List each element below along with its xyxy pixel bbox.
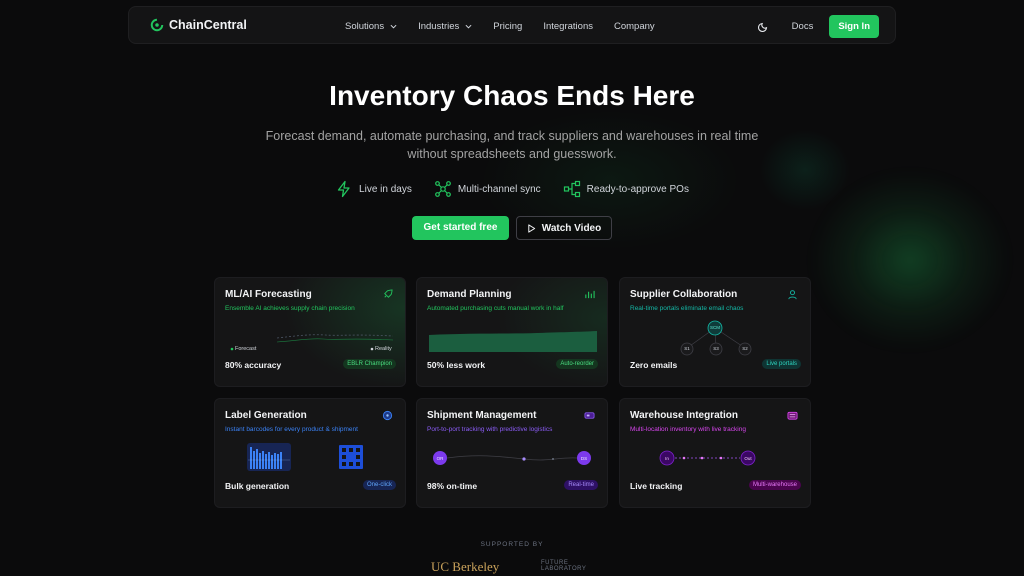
lightning-icon (337, 180, 350, 198)
card-title: Shipment Management (427, 410, 537, 421)
moon-icon[interactable] (757, 20, 770, 32)
feature-pos-label: Ready-to-approve POs (586, 183, 689, 195)
card-stat: 50% less work (427, 360, 486, 370)
workflow-icon (563, 180, 580, 198)
card-ml-forecasting[interactable]: ML/AI Forecasting Ensemble AI achieves s… (214, 277, 406, 387)
hero-subtitle-line1: Forecast demand, automate purchasing, an… (265, 129, 759, 143)
top-nav: ChainCentral Solutions Industries Pricin… (128, 6, 896, 44)
card-badge: Auto-reorder (556, 359, 598, 369)
network-icon (434, 181, 451, 197)
card-badge: EBLR Champion (343, 359, 396, 369)
future-laboratory-logo: FUTURE LABORATORY (541, 560, 586, 572)
users-icon (788, 290, 797, 300)
node-s3: S3 (713, 346, 719, 351)
signin-button[interactable]: Sign In (829, 14, 879, 38)
node-in: In (665, 456, 669, 461)
card-badge: Multi-warehouse (748, 480, 801, 490)
watch-video-button[interactable]: Watch Video (516, 216, 612, 240)
nav-industries[interactable]: Industries (418, 21, 472, 32)
play-icon (528, 223, 535, 233)
card-badge: Real-time (564, 480, 598, 490)
rocket-icon (384, 289, 393, 298)
feature-sync: Multi-channel sync (434, 180, 541, 198)
chaincentral-logo-icon (150, 18, 164, 32)
card-stat: Bulk generation (225, 481, 290, 491)
nav-solutions-label: Solutions (345, 20, 385, 32)
card-subtitle: Multi-location inventory with live track… (630, 426, 746, 433)
get-started-button[interactable]: Get started free (412, 216, 509, 240)
legend-reality: Reality (375, 346, 392, 352)
feature-sync-label: Multi-channel sync (457, 183, 541, 195)
nav-pricing[interactable]: Pricing (493, 21, 522, 32)
card-subtitle: Port-to-port tracking with predictive lo… (427, 426, 553, 433)
node-s1: S1 (684, 346, 690, 351)
node-scm: SCM (710, 325, 720, 330)
brand-name: ChainCentral (169, 18, 247, 32)
card-title: Warehouse Integration (630, 410, 738, 421)
hero-title: Inventory Chaos Ends Here (329, 80, 695, 111)
nav-integrations[interactable]: Integrations (543, 21, 593, 32)
docs-link[interactable]: Docs (792, 21, 814, 32)
card-supplier-collaboration[interactable]: Supplier Collaboration Real-time portals… (619, 277, 811, 387)
tag-icon (382, 410, 393, 421)
card-subtitle: Automated purchasing cuts manual work in… (427, 305, 564, 312)
node-s2: S2 (742, 346, 748, 351)
feature-pos: Ready-to-approve POs (563, 180, 689, 198)
brand-logo[interactable]: ChainCentral (150, 18, 247, 32)
node-destination: DS (580, 456, 588, 461)
watch-video-label: Watch Video (541, 222, 602, 234)
card-title: ML/AI Forecasting (225, 289, 312, 300)
card-title: Supplier Collaboration (630, 289, 738, 300)
feature-list: Live in days Multi-channel sync Ready-to… (0, 179, 1024, 199)
hero-subtitle: Forecast demand, automate purchasing, an… (250, 127, 774, 163)
nav-solutions[interactable]: Solutions (345, 21, 397, 32)
card-subtitle: Real-time portals eliminate email chaos (630, 305, 744, 312)
card-title: Demand Planning (427, 289, 512, 300)
nav-company[interactable]: Company (614, 21, 655, 32)
bar-chart-icon (585, 290, 595, 299)
warehouse-icon (787, 411, 798, 420)
card-warehouse-integration[interactable]: Warehouse Integration Multi-location inv… (619, 398, 811, 508)
card-stat: Live tracking (630, 481, 683, 491)
card-title: Label Generation (225, 410, 307, 421)
card-stat: Zero emails (630, 360, 678, 370)
feature-live: Live in days (335, 180, 412, 198)
card-demand-planning[interactable]: Demand Planning Automated purchasing cut… (416, 277, 608, 387)
card-subtitle: Instant barcodes for every product & shi… (225, 426, 358, 433)
nav-industries-label: Industries (418, 20, 460, 32)
chevron-down-icon (465, 24, 472, 29)
card-shipment-management[interactable]: Shipment Management Port-to-port trackin… (416, 398, 608, 508)
feature-live-label: Live in days (359, 183, 412, 195)
card-subtitle: Ensemble AI achieves supply chain precis… (225, 305, 355, 312)
uc-berkeley-logo: UC Berkeley (431, 559, 500, 574)
supported-by-label: SUPPORTED BY (480, 541, 544, 548)
hero-subtitle-line2: without spreadsheets and guesswork. (407, 147, 617, 161)
card-stat: 98% on-time (427, 481, 478, 491)
chevron-down-icon (390, 24, 397, 29)
card-stat: 80% accuracy (225, 360, 282, 370)
card-label-generation[interactable]: Label Generation Instant barcodes for ev… (214, 398, 406, 508)
card-badge: Live portals (762, 359, 801, 369)
truck-icon (584, 412, 595, 419)
legend-forecast: Forecast (235, 346, 257, 352)
future-logo-line2: LABORATORY (541, 566, 587, 572)
node-origin: OR (436, 456, 444, 461)
card-badge: One-click (362, 480, 396, 490)
node-out: Out (744, 456, 752, 461)
